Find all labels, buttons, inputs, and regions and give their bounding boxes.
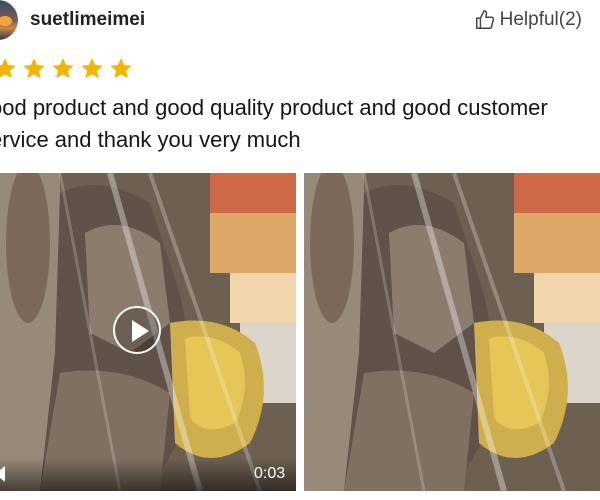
speaker-icon[interactable] xyxy=(0,465,10,483)
review-photo-thumbnail[interactable] xyxy=(304,173,600,491)
play-button[interactable] xyxy=(113,306,161,354)
star-icon xyxy=(110,58,132,79)
star-icon xyxy=(52,58,74,79)
star-icon xyxy=(23,58,45,79)
statue-photo xyxy=(304,173,600,491)
video-duration: 0:03 xyxy=(254,465,286,482)
avatar-sunset-image xyxy=(0,16,12,26)
reviewer-avatar[interactable] xyxy=(0,0,18,40)
helpful-label: Helpful(2) xyxy=(499,9,582,30)
reviewer-username[interactable]: suetlimeimei xyxy=(30,9,145,31)
star-rating xyxy=(0,56,134,82)
star-icon xyxy=(0,58,16,79)
video-controls-bar xyxy=(0,458,296,491)
helpful-button[interactable]: Helpful(2) xyxy=(474,9,582,31)
review-text: ood product and good quality product and… xyxy=(0,95,548,152)
star-icon xyxy=(81,58,103,79)
thumbs-up-icon xyxy=(475,10,494,29)
